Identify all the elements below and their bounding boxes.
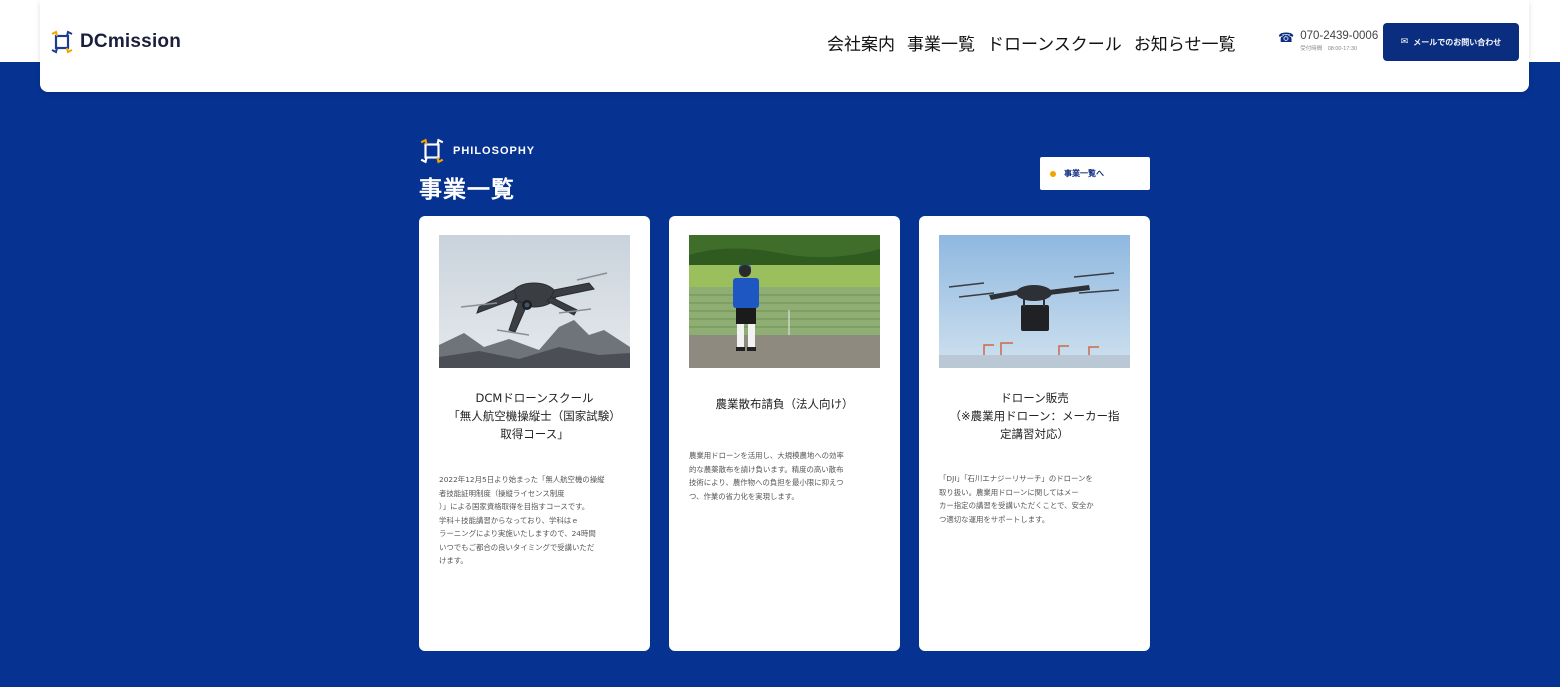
rice-field-image [689, 235, 880, 368]
card-description: 2022年12月5日より始まった「無人航空機の操縦 者技能証明制度（操縦ライセン… [439, 473, 630, 568]
services-list-button-label: 事業一覧へ [1064, 169, 1104, 178]
card-title-line: （※農業用ドローン：メーカー指 [949, 409, 1120, 423]
card-desc-line: つ適切な運用をサポートします。 [939, 514, 1050, 524]
nav-drone-school[interactable]: ドローンスクール [987, 30, 1122, 55]
mail-button-label: メールでのお問い合わせ [1413, 37, 1502, 47]
card-desc-line: 農業用ドローンを活用し、大規模農地への効率 [689, 451, 844, 460]
bullet-dot-icon [1050, 170, 1056, 177]
card-title-line: ドローン販売 [1000, 391, 1069, 405]
nav-company[interactable]: 会社案内 [827, 30, 895, 55]
phone-number: 070-2439-0006 [1300, 30, 1379, 42]
card-title: DCMドローンスクール 「無人航空機操縦士（国家試験） 取得コース」 [431, 389, 638, 443]
mail-contact-button[interactable]: ✉ メールでのお問い合わせ [1383, 23, 1519, 61]
eyebrow-label: PHILOSOPHY [453, 145, 536, 157]
nav-news[interactable]: お知らせ一覧 [1134, 30, 1236, 55]
site-header: DCmission 会社案内 事業一覧 ドローンスクール お知らせ一覧 ☎ 07… [40, 0, 1529, 92]
scrollbar[interactable] [1547, 0, 1560, 62]
main-nav: 会社案内 事業一覧 ドローンスクール お知らせ一覧 [827, 30, 1235, 55]
card-title-line: 「無人航空機操縦士（国家試験） [448, 409, 621, 423]
nav-services[interactable]: 事業一覧 [907, 30, 975, 55]
dcmission-logo-icon [51, 30, 73, 54]
logo-text: DCmission [80, 31, 182, 52]
card-desc-line: 2022年12月5日より始まった「無人航空機の操縦 [439, 475, 605, 484]
card-desc-line: 技術により、農作物への負担を最小限に抑えつ [689, 478, 844, 487]
service-card-agri-spraying[interactable]: 農業散布請負（法人向け） 農業用ドローンを活用し、大規模農地への効率 的な農薬散… [669, 216, 900, 651]
section-eyebrow: PHILOSOPHY [419, 138, 535, 164]
card-desc-line: ラーニングにより実施いたしますので、24時間 [439, 529, 596, 538]
phone-contact[interactable]: ☎ 070-2439-0006 受付時間 08:00-17:30 [1278, 30, 1378, 52]
card-desc-line: 学科＋技能講習からなっており、学科はｅ [439, 515, 579, 525]
card-title-line: 農業散布請負（法人向け） [715, 397, 854, 411]
card-desc-line: けます。 [439, 556, 468, 565]
card-desc-line: 取り扱い。農業用ドローンに関してはメー [939, 487, 1079, 497]
card-desc-line: 的な農薬散布を請け負います。精度の高い散布 [689, 464, 844, 474]
card-title-line: 取得コース」 [500, 427, 569, 441]
card-desc-line: カー指定の講習を受講いただくことで、安全か [939, 501, 1094, 510]
philosophy-logo-icon [420, 138, 444, 164]
cargo-drone-image [939, 235, 1130, 368]
card-desc-line: つ、作業の省力化を実現します。 [689, 491, 799, 501]
mail-icon: ✉ [1400, 37, 1409, 47]
card-title: 農業散布請負（法人向け） [681, 395, 888, 413]
service-card-drone-school[interactable]: DCMドローンスクール 「無人航空機操縦士（国家試験） 取得コース」 2022年… [419, 216, 650, 651]
card-description: 農業用ドローンを活用し、大規模農地への効率 的な農薬散布を請け負います。精度の高… [689, 449, 880, 503]
phone-hours: 受付時間 08:00-17:30 [1300, 46, 1358, 52]
card-desc-line: 者技能証明制度（操縦ライセンス制度 [439, 488, 565, 498]
services-list-button[interactable]: 事業一覧へ [1040, 157, 1150, 190]
site-logo[interactable]: DCmission [50, 30, 181, 54]
phone-icon: ☎ [1278, 31, 1295, 46]
section-title: 事業一覧 [419, 177, 515, 203]
card-description: 「DJI」「石川エナジーリサーチ」のドローンを 取り扱い。農業用ドローンに関して… [939, 472, 1130, 526]
card-desc-line: いつでもご都合の良いタイミングで受講いただ [439, 542, 595, 552]
card-title-line: 定講習対応） [1000, 427, 1069, 441]
card-desc-line: 「DJI」「石川エナジーリサーチ」のドローンを [939, 474, 1093, 483]
section-heading: PHILOSOPHY 事業一覧 [419, 138, 535, 204]
card-title: ドローン販売 （※農業用ドローン：メーカー指 定講習対応） [931, 389, 1138, 443]
drone-flight-image [439, 235, 630, 368]
card-desc-line: ）」による国家資格取得を目指すコースです。 [439, 502, 590, 511]
card-title-line: DCMドローンスクール [475, 391, 594, 405]
service-card-drone-sales[interactable]: ドローン販売 （※農業用ドローン：メーカー指 定講習対応） 「DJI」「石川エナ… [919, 216, 1150, 651]
